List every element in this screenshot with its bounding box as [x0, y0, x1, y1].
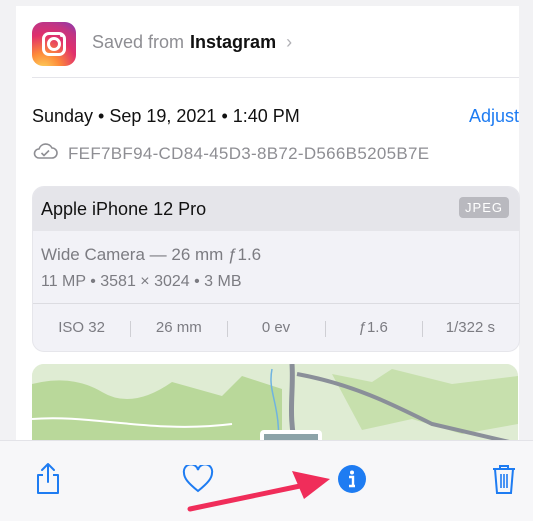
exif-values-row: ISO 32 26 mm 0 ev ƒ1.6 1/322 s [33, 303, 519, 351]
camera-lens-info: Wide Camera — 26 mm ƒ1.6 [41, 245, 262, 264]
chevron-right-icon: › [286, 32, 293, 52]
device-header: Apple iPhone 12 Pro JPEG [33, 187, 519, 231]
file-id: FEF7BF94-CD84-45D3-8B72-D566B5205B7E [68, 143, 430, 163]
cloud-check-icon [32, 142, 58, 165]
exif-exposure: 0 ev [227, 319, 324, 337]
exif-info-box: Apple iPhone 12 Pro JPEG Wide Camera — 2… [32, 186, 520, 352]
source-app-name: Instagram [190, 32, 277, 52]
device-name: Apple iPhone 12 Pro [41, 199, 207, 219]
file-id-row: FEF7BF94-CD84-45D3-8B72-D566B5205B7E [32, 142, 429, 165]
saved-from-prefix: Saved from [92, 32, 185, 52]
instagram-icon[interactable] [32, 22, 76, 66]
pointer-arrow-icon [187, 471, 330, 512]
saved-from-link[interactable]: Saved from Instagram › [92, 32, 292, 53]
divider [32, 77, 519, 78]
exif-focal-length: 26 mm [130, 319, 227, 337]
exif-shutter: 1/322 s [421, 319, 519, 337]
photo-info-panel: Saved from Instagram › Sunday • Sep 19, … [16, 6, 520, 454]
exif-aperture: ƒ1.6 [324, 319, 422, 337]
capture-date: Sunday • Sep 19, 2021 • 1:40 PM [32, 106, 300, 126]
exif-iso: ISO 32 [58, 318, 105, 336]
format-badge: JPEG [459, 197, 509, 218]
adjust-button[interactable]: Adjust [469, 106, 519, 127]
image-specs: 11 MP • 3581 × 3024 • 3 MB [41, 273, 242, 290]
bottom-toolbar [0, 440, 533, 521]
